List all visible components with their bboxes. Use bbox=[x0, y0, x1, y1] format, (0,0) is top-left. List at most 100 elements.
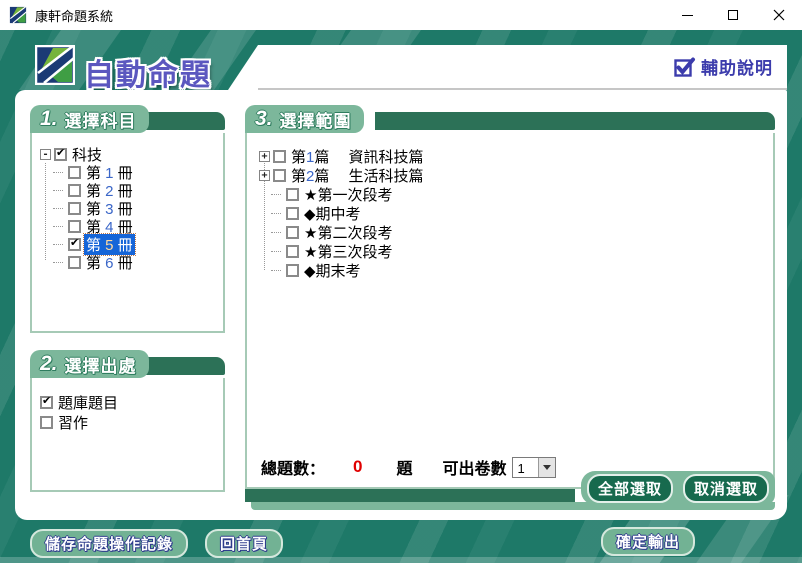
tree-row[interactable]: 第 2 冊 bbox=[53, 181, 219, 199]
maximize-button[interactable] bbox=[710, 0, 756, 30]
section1-header: 1. 選擇科目 bbox=[30, 105, 225, 133]
tree-label[interactable]: ★第三次段考 bbox=[302, 241, 394, 262]
total-label: 總題數： bbox=[261, 455, 325, 479]
expand-icon[interactable]: + bbox=[259, 170, 270, 181]
checkbox[interactable] bbox=[286, 245, 299, 258]
checkbox[interactable] bbox=[68, 238, 81, 251]
section3-tab: 3. 選擇範圍 bbox=[245, 105, 364, 133]
checkbox[interactable] bbox=[273, 169, 286, 182]
checkbox[interactable] bbox=[54, 148, 67, 161]
tree-label[interactable]: 第1篇 資訊科技篇 bbox=[289, 146, 426, 167]
tree-label[interactable]: ★第一次段考 bbox=[302, 184, 394, 205]
tree-label[interactable]: ◆期中考 bbox=[302, 203, 363, 224]
checkbox[interactable] bbox=[68, 202, 81, 215]
tree-label[interactable]: 第 6 冊 bbox=[84, 252, 135, 273]
option-label[interactable]: 題庫題目 bbox=[56, 392, 120, 413]
tree-row[interactable]: + 第2篇 生活科技篇 bbox=[259, 166, 769, 185]
section3-title: 選擇範圍 bbox=[280, 107, 352, 132]
app-logo-icon bbox=[9, 6, 27, 24]
page-title: 自動命題 bbox=[84, 50, 212, 94]
tree-connector bbox=[271, 194, 281, 195]
tree-row[interactable]: 第 3 冊 bbox=[53, 199, 219, 217]
tree-row[interactable]: ★第三次段考 bbox=[271, 242, 769, 261]
tree-row[interactable]: + 第1篇 資訊科技篇 bbox=[259, 147, 769, 166]
window-controls bbox=[664, 0, 802, 30]
section3-number: 3. bbox=[255, 107, 273, 131]
option-row[interactable]: 習作 bbox=[40, 412, 219, 432]
papers-label: 可出卷數 bbox=[443, 455, 507, 479]
deselect-button[interactable]: 取消選取 bbox=[683, 474, 769, 503]
papers-count-value: 1 bbox=[513, 458, 538, 477]
tree-label[interactable]: 第2篇 生活科技篇 bbox=[289, 165, 426, 186]
tree-row-root[interactable]: - 科技 bbox=[40, 145, 219, 163]
tree-row[interactable]: ◆期中考 bbox=[271, 204, 769, 223]
header-panel: 輔助說明 bbox=[258, 45, 787, 90]
expand-icon[interactable]: + bbox=[259, 151, 270, 162]
tree-row[interactable]: 第 6 冊 bbox=[53, 253, 219, 271]
section-select-range: 3. 選擇範圍 + 第1篇 資訊科技篇 + 第2篇 生活科技篇 bbox=[245, 105, 775, 489]
tree-connector bbox=[53, 190, 63, 191]
tree-connector bbox=[53, 208, 63, 209]
confirm-output-button[interactable]: 確定輸出 bbox=[601, 527, 695, 556]
save-record-button[interactable]: 儲存命題操作記錄 bbox=[30, 529, 188, 558]
tree-row[interactable]: 第 4 冊 bbox=[53, 217, 219, 235]
selection-actions: 全部選取 取消選取 bbox=[581, 471, 775, 505]
tree-connector bbox=[271, 232, 281, 233]
checkbox[interactable] bbox=[286, 264, 299, 277]
select-all-button[interactable]: 全部選取 bbox=[587, 474, 673, 503]
total-count: 0 bbox=[353, 457, 362, 477]
close-button[interactable] bbox=[756, 0, 802, 30]
tree-row[interactable]: ★第二次段考 bbox=[271, 223, 769, 242]
close-icon bbox=[773, 9, 785, 21]
option-row[interactable]: 題庫題目 bbox=[40, 392, 219, 412]
checkbox[interactable] bbox=[68, 220, 81, 233]
tree-connector bbox=[53, 226, 63, 227]
checkbox[interactable] bbox=[68, 184, 81, 197]
section2-header-bar bbox=[145, 357, 225, 375]
checkbox[interactable] bbox=[286, 226, 299, 239]
papers-count-select[interactable]: 1 bbox=[512, 457, 556, 478]
section3-header-bar bbox=[375, 112, 775, 130]
maximize-icon bbox=[728, 10, 738, 20]
section-select-subject: 1. 選擇科目 - 科技 第 1 冊 bbox=[30, 105, 225, 333]
section1-tab: 1. 選擇科目 bbox=[30, 105, 149, 133]
source-panel: 題庫題目 習作 bbox=[30, 378, 225, 492]
range-tree: + 第1篇 資訊科技篇 + 第2篇 生活科技篇 ★第一次段考 bbox=[247, 133, 773, 280]
subject-tree-panel: - 科技 第 1 冊 第 2 冊 bbox=[30, 133, 225, 333]
tree-guide-line bbox=[45, 163, 46, 260]
help-check-icon bbox=[674, 57, 696, 77]
app-window: 康軒命題系統 自動命題 bbox=[0, 0, 802, 563]
tree-label[interactable]: ◆期末考 bbox=[302, 260, 363, 281]
option-label[interactable]: 習作 bbox=[56, 412, 90, 433]
section3-header: 3. 選擇範圍 bbox=[245, 105, 775, 133]
section1-number: 1. bbox=[40, 107, 58, 131]
checkbox[interactable] bbox=[286, 188, 299, 201]
range-tree-panel: + 第1篇 資訊科技篇 + 第2篇 生活科技篇 ★第一次段考 bbox=[245, 133, 775, 489]
tree-row[interactable]: ★第一次段考 bbox=[271, 185, 769, 204]
source-options: 題庫題目 習作 bbox=[32, 378, 223, 432]
tree-connector bbox=[271, 213, 281, 214]
subject-tree: - 科技 第 1 冊 第 2 冊 bbox=[32, 133, 223, 271]
tree-row[interactable]: ◆期末考 bbox=[271, 261, 769, 280]
checkbox[interactable] bbox=[40, 396, 53, 409]
section2-header: 2. 選擇出處 bbox=[30, 350, 225, 378]
title-bar: 康軒命題系統 bbox=[0, 0, 802, 30]
home-button[interactable]: 回首頁 bbox=[205, 529, 283, 558]
tree-row[interactable]: 第 1 冊 bbox=[53, 163, 219, 181]
tree-label[interactable]: ★第二次段考 bbox=[302, 222, 394, 243]
checkbox[interactable] bbox=[68, 256, 81, 269]
collapse-icon[interactable]: - bbox=[40, 149, 51, 160]
section-select-source: 2. 選擇出處 題庫題目 習作 bbox=[30, 350, 225, 492]
checkbox[interactable] bbox=[273, 150, 286, 163]
tree-row-selected[interactable]: 第 5 冊 bbox=[53, 235, 219, 253]
checkbox[interactable] bbox=[286, 207, 299, 220]
help-link[interactable]: 輔助說明 bbox=[674, 54, 773, 79]
tree-connector bbox=[271, 251, 281, 252]
checkbox[interactable] bbox=[40, 416, 53, 429]
section3-bottom-bar bbox=[245, 489, 575, 502]
section1-title: 選擇科目 bbox=[65, 107, 137, 132]
checkbox[interactable] bbox=[68, 166, 81, 179]
minimize-icon bbox=[682, 15, 693, 16]
dropdown-button[interactable] bbox=[538, 458, 555, 477]
minimize-button[interactable] bbox=[664, 0, 710, 30]
